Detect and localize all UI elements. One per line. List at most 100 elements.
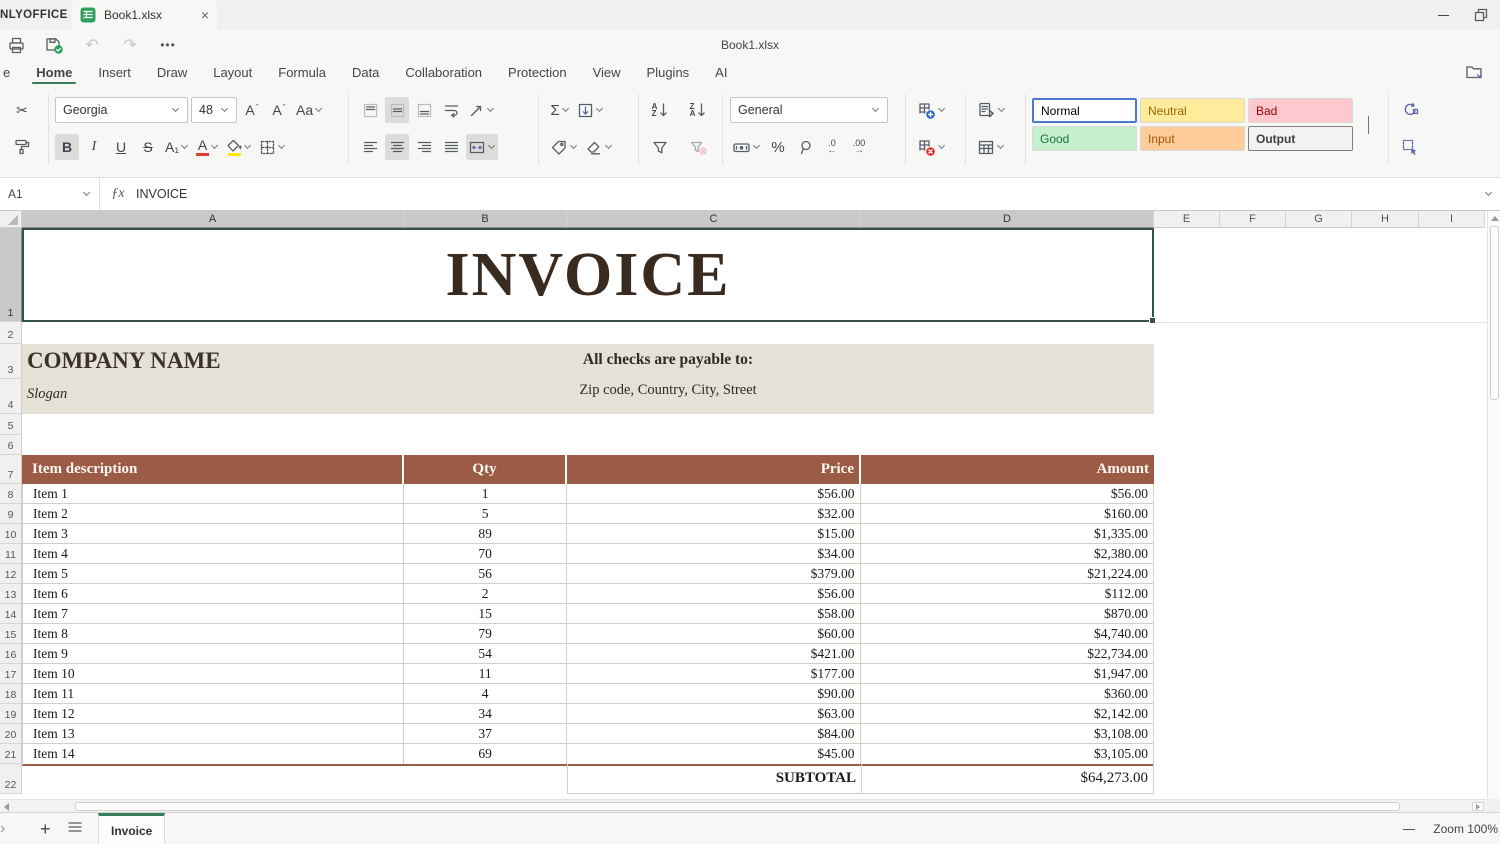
row-header-3[interactable]: 3 [0, 344, 22, 379]
column-header-B[interactable]: B [404, 211, 567, 228]
item-desc-cell[interactable]: Item 13 [23, 724, 404, 743]
menu-tab-protection[interactable]: Protection [507, 62, 568, 83]
item-amount-cell[interactable]: $870.00 [861, 604, 1153, 623]
cell-style-output[interactable]: Output [1248, 126, 1353, 151]
item-amount-cell[interactable]: $56.00 [861, 484, 1153, 503]
item-amount-cell[interactable]: $1,947.00 [861, 664, 1153, 683]
select-all-corner[interactable] [0, 211, 22, 228]
clear-button[interactable] [583, 134, 615, 160]
item-desc-cell[interactable]: Item 12 [23, 704, 404, 723]
font-name-combo[interactable]: Georgia [55, 97, 188, 123]
item-qty-cell[interactable]: 54 [404, 644, 567, 663]
item-price-cell[interactable]: $15.00 [567, 524, 860, 543]
insert-cells-button[interactable] [915, 97, 948, 123]
select-tool-button[interactable] [1398, 134, 1422, 160]
menu-tab-ai[interactable]: AI [714, 62, 728, 83]
item-amount-cell[interactable]: $160.00 [861, 504, 1153, 523]
close-tab-icon[interactable]: × [201, 8, 209, 22]
item-amount-cell[interactable]: $2,380.00 [861, 544, 1153, 563]
percent-style-button[interactable]: % [766, 134, 790, 160]
sort-descending-button[interactable]: ZA [686, 97, 710, 123]
menu-tab-e[interactable]: e [2, 62, 11, 83]
cell-style-bad[interactable]: Bad [1248, 98, 1353, 123]
cell-style-good[interactable]: Good [1032, 126, 1137, 151]
styles-gallery-expand-button[interactable] [1365, 116, 1371, 134]
save-button[interactable] [42, 33, 66, 57]
item-desc-cell[interactable]: Item 9 [23, 644, 404, 663]
restore-button[interactable] [1464, 0, 1498, 30]
sheet-tab-invoice[interactable]: Invoice [98, 813, 165, 844]
copy-style-button[interactable] [1398, 97, 1422, 123]
merge-center-button[interactable] [466, 134, 498, 160]
fill-button[interactable] [575, 97, 606, 123]
vertical-scrollbar[interactable] [1487, 211, 1500, 799]
item-price-cell[interactable]: $421.00 [567, 644, 860, 663]
item-amount-cell[interactable]: $3,108.00 [861, 724, 1153, 743]
underline-button[interactable]: U [109, 134, 133, 160]
increase-font-button[interactable]: Aˆ [240, 97, 264, 123]
item-qty-cell[interactable]: 2 [404, 584, 567, 603]
zoom-out-button[interactable] [1403, 829, 1415, 830]
item-qty-cell[interactable]: 89 [404, 524, 567, 543]
autosum-button[interactable]: Σ [548, 97, 572, 123]
row-header-2[interactable]: 2 [0, 322, 22, 344]
column-header-F[interactable]: F [1220, 211, 1286, 228]
item-amount-cell[interactable]: $22,734.00 [861, 644, 1153, 663]
row-header-12[interactable]: 12 [0, 564, 22, 584]
cut-button[interactable]: ✂ [10, 97, 34, 123]
accounting-style-button[interactable] [730, 134, 763, 160]
cell-style-neutral[interactable]: Neutral [1140, 98, 1245, 123]
scroll-up-button[interactable] [1490, 213, 1499, 223]
horizontal-scrollbar[interactable] [0, 799, 1487, 812]
menu-tab-data[interactable]: Data [351, 62, 380, 83]
insert-function-button[interactable]: ƒx [100, 186, 136, 202]
item-price-cell[interactable]: $60.00 [567, 624, 860, 643]
item-desc-cell[interactable]: Item 6 [23, 584, 404, 603]
item-qty-cell[interactable]: 70 [404, 544, 567, 563]
company-name-cell[interactable]: COMPANY NAME [27, 348, 221, 374]
copy-style-paint-button[interactable] [10, 134, 34, 160]
item-price-cell[interactable]: $84.00 [567, 724, 860, 743]
item-desc-cell[interactable]: Item 2 [23, 504, 404, 523]
row-header-20[interactable]: 20 [0, 724, 22, 744]
item-desc-cell[interactable]: Item 3 [23, 524, 404, 543]
header-price[interactable]: Price [567, 455, 861, 484]
address-cell[interactable]: Zip code, Country, City, Street [468, 382, 868, 399]
subtotal-label-cell[interactable]: SUBTOTAL [567, 764, 861, 794]
cell-style-input[interactable]: Input [1140, 126, 1245, 151]
column-header-C[interactable]: C [567, 211, 861, 228]
item-price-cell[interactable]: $56.00 [567, 484, 860, 503]
payable-cell[interactable]: All checks are payable to: [468, 351, 868, 369]
item-desc-cell[interactable]: Item 11 [23, 684, 404, 703]
row-header-5[interactable]: 5 [0, 414, 22, 435]
borders-button[interactable] [257, 134, 288, 160]
item-desc-cell[interactable]: Item 10 [23, 664, 404, 683]
item-qty-cell[interactable]: 5 [404, 504, 567, 523]
document-tab[interactable]: Book1.xlsx × [72, 0, 217, 30]
item-qty-cell[interactable]: 79 [404, 624, 567, 643]
bold-button[interactable]: B [55, 134, 79, 160]
row-header-15[interactable]: 15 [0, 624, 22, 644]
filter-button[interactable] [648, 134, 672, 160]
item-desc-cell[interactable]: Item 4 [23, 544, 404, 563]
subscript-button[interactable]: A₁ [163, 134, 191, 160]
italic-button[interactable]: I [82, 134, 106, 160]
valign-bottom-button[interactable] [412, 97, 436, 123]
cell-style-normal[interactable]: Normal [1032, 98, 1137, 123]
comma-style-button[interactable] [793, 134, 817, 160]
item-desc-cell[interactable]: Item 7 [23, 604, 404, 623]
number-format-combo[interactable]: General [730, 97, 888, 123]
scroll-left-button[interactable] [1, 802, 11, 811]
header-amount[interactable]: Amount [861, 455, 1154, 484]
item-price-cell[interactable]: $56.00 [567, 584, 860, 603]
item-price-cell[interactable]: $34.00 [567, 544, 860, 563]
item-desc-cell[interactable]: Item 5 [23, 564, 404, 583]
row-header-19[interactable]: 19 [0, 704, 22, 724]
item-amount-cell[interactable]: $1,335.00 [861, 524, 1153, 543]
item-qty-cell[interactable]: 37 [404, 724, 567, 743]
item-price-cell[interactable]: $63.00 [567, 704, 860, 723]
row-header-9[interactable]: 9 [0, 504, 22, 524]
slogan-cell[interactable]: Slogan [27, 386, 67, 403]
item-qty-cell[interactable]: 15 [404, 604, 567, 623]
text-orientation-button[interactable] [466, 97, 497, 123]
